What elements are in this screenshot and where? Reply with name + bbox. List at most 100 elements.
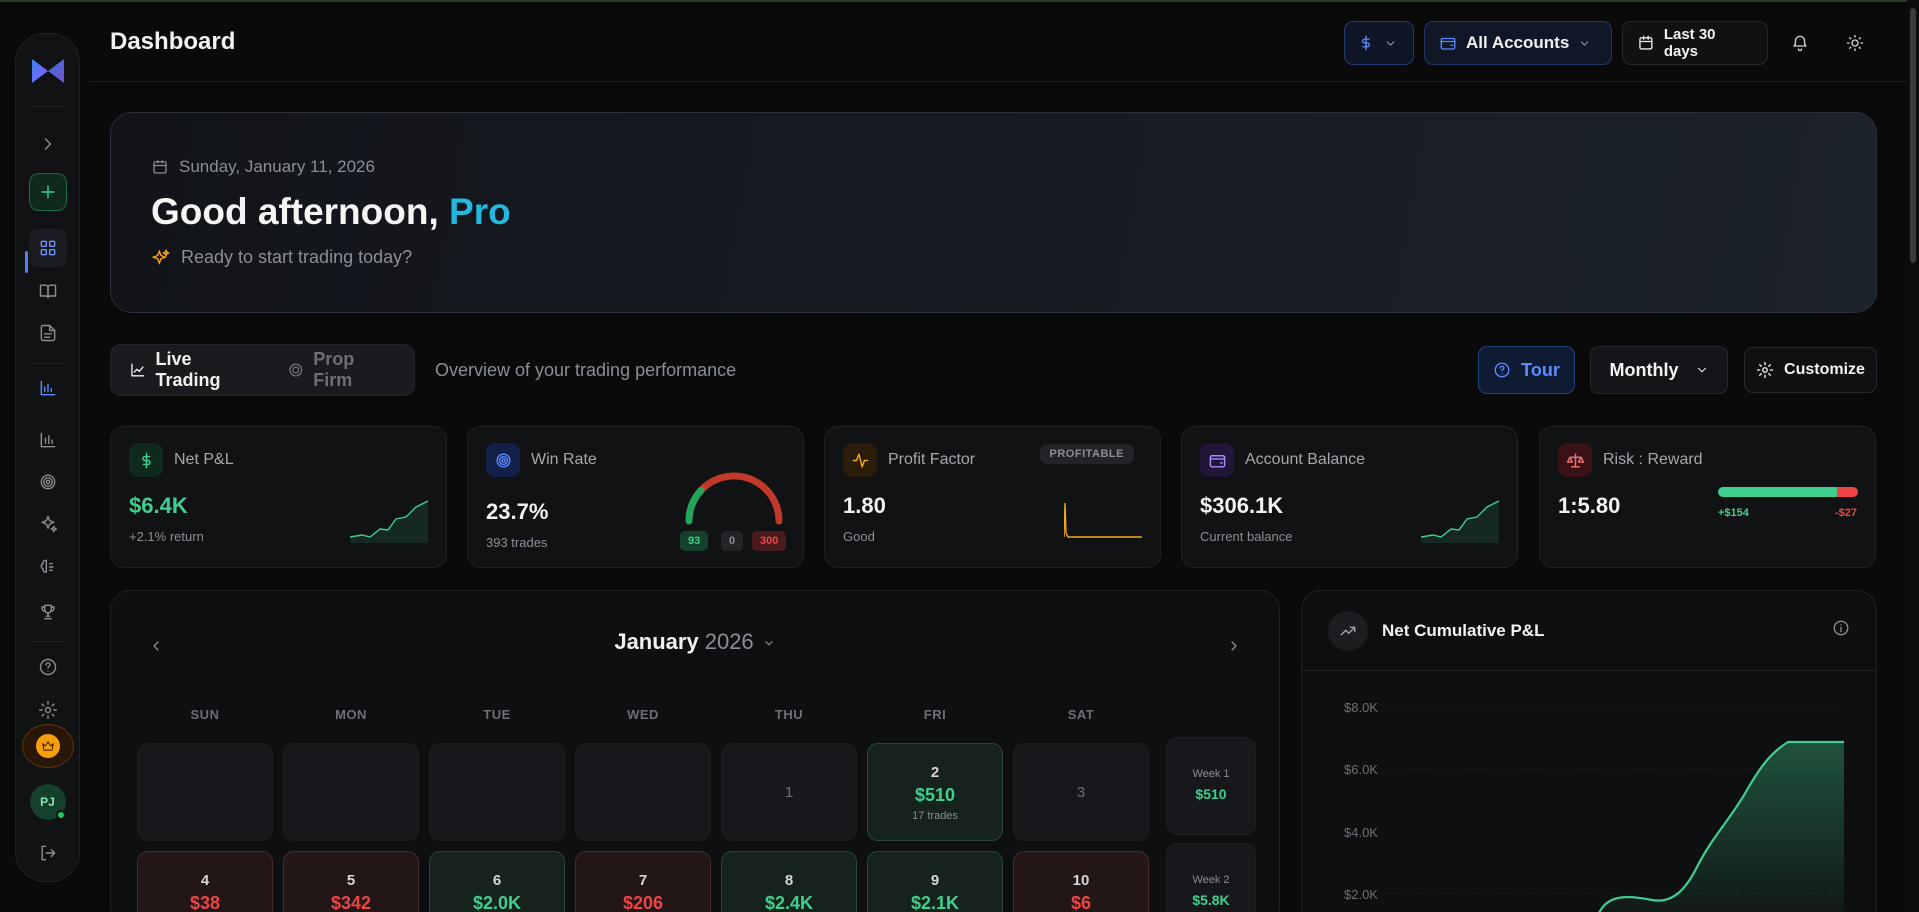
greeting-text: Good afternoon, bbox=[151, 191, 439, 232]
target-icon bbox=[289, 363, 303, 377]
calendar-day-empty bbox=[575, 743, 711, 841]
help-circle-icon bbox=[1494, 362, 1510, 378]
info-icon[interactable] bbox=[1832, 619, 1850, 642]
week-value: $5.8K bbox=[1192, 892, 1230, 908]
month-selector[interactable]: January 2026 bbox=[111, 629, 1279, 655]
scrollbar-thumb[interactable] bbox=[1910, 8, 1916, 263]
greeting-subtitle: Ready to start trading today? bbox=[151, 247, 412, 268]
calendar-day[interactable]: 4 $38 bbox=[137, 851, 273, 912]
win-rate-card[interactable]: Win Rate 23.7% 393 trades 93 0 300 bbox=[467, 426, 804, 568]
tab-prop-firm[interactable]: Prop Firm bbox=[275, 349, 408, 390]
calendar-month: January bbox=[614, 629, 699, 654]
calendar-icon bbox=[153, 160, 167, 174]
net-pnl-card[interactable]: Net P&L $6.4K +2.1% return bbox=[110, 426, 447, 568]
net-cumulative-chart: $8.0K $6.0K $4.0K $2.0K bbox=[1344, 700, 1844, 912]
losses-count: 300 bbox=[752, 531, 787, 551]
calendar-day[interactable]: 6 $2.0K bbox=[429, 851, 565, 912]
weekday-header: SAT bbox=[1067, 707, 1095, 722]
day-number: 9 bbox=[930, 872, 940, 889]
add-trade-button[interactable] bbox=[28, 173, 67, 211]
goals-target-icon[interactable] bbox=[29, 463, 67, 501]
logout-icon[interactable] bbox=[29, 834, 67, 872]
sparkle-icon bbox=[151, 248, 171, 265]
trending-up-icon bbox=[1328, 611, 1368, 651]
panel-header: Net Cumulative P&L bbox=[1302, 591, 1876, 671]
account-balance-card[interactable]: Account Balance $306.1K Current balance bbox=[1181, 426, 1518, 568]
period-selector[interactable]: Monthly bbox=[1590, 346, 1728, 394]
tab-label: Prop Firm bbox=[313, 349, 355, 390]
activity-pulse-icon bbox=[843, 443, 877, 477]
weekday-header: MON bbox=[335, 707, 367, 722]
panel-title: Net Cumulative P&L bbox=[1382, 621, 1545, 640]
week-summary[interactable]: Week 2 $5.8K bbox=[1166, 843, 1256, 912]
risk-reward-card[interactable]: Risk : Reward 1:5.80 +$154 -$27 bbox=[1539, 426, 1876, 568]
currency-selector[interactable] bbox=[1344, 21, 1414, 65]
wallet-icon bbox=[1440, 37, 1456, 50]
greeting: Good afternoon, Pro bbox=[151, 191, 511, 233]
weekday-header: TUE bbox=[483, 707, 511, 722]
day-number: 4 bbox=[200, 872, 210, 889]
profit-factor-sparkline bbox=[1064, 502, 1142, 538]
day-pnl: $2.0K bbox=[472, 893, 522, 912]
week-value: $510 bbox=[1195, 786, 1227, 802]
day-pnl: $510 bbox=[914, 785, 956, 805]
ai-brain-icon[interactable] bbox=[29, 548, 67, 586]
calendar-day[interactable]: 3 bbox=[1013, 743, 1149, 841]
calendar-day[interactable]: 5 $342 bbox=[283, 851, 419, 912]
notes-document-icon[interactable] bbox=[29, 314, 67, 352]
card-value: 1:5.80 bbox=[1558, 493, 1621, 518]
calendar-day[interactable]: 9 $2.1K bbox=[867, 851, 1003, 912]
net-cumulative-pnl-panel: Net Cumulative P&L $8.0K $6.0K $4.0K $2.… bbox=[1301, 590, 1877, 912]
chevron-down-icon bbox=[1581, 40, 1589, 46]
scale-icon bbox=[1558, 443, 1592, 477]
dashboard-icon[interactable] bbox=[28, 229, 67, 267]
profit-factor-card[interactable]: Profit Factor PROFITABLE 1.80 Good bbox=[824, 426, 1161, 568]
day-number: 3 bbox=[1076, 784, 1086, 801]
date-range-selector[interactable]: Last 30 days bbox=[1622, 21, 1768, 65]
tour-button[interactable]: Tour bbox=[1478, 346, 1575, 394]
calendar-day[interactable]: 7 $206 bbox=[575, 851, 711, 912]
app-logo[interactable] bbox=[29, 52, 67, 90]
card-subtext: 393 trades bbox=[486, 535, 548, 550]
theme-sun-icon[interactable] bbox=[1833, 21, 1877, 65]
page-title: Dashboard bbox=[110, 28, 236, 55]
card-value: 1.80 bbox=[843, 493, 886, 518]
sidebar-divider bbox=[30, 106, 67, 107]
day-pnl: $2.1K bbox=[910, 893, 960, 912]
chevron-down-icon bbox=[1386, 40, 1395, 46]
calendar-day[interactable]: 1 bbox=[721, 743, 857, 841]
journal-book-icon[interactable] bbox=[29, 272, 67, 310]
day-number: 8 bbox=[784, 872, 794, 889]
user-name: Pro bbox=[449, 191, 511, 232]
card-label: Risk : Reward bbox=[1603, 451, 1703, 468]
page-scrollbar[interactable] bbox=[1907, 0, 1919, 912]
tab-live-trading[interactable]: Live Trading bbox=[117, 349, 271, 390]
accounts-selector[interactable]: All Accounts bbox=[1424, 21, 1612, 65]
card-label: Account Balance bbox=[1245, 451, 1366, 468]
calendar-day-empty bbox=[429, 743, 565, 841]
week-summary[interactable]: Week 1 $510 bbox=[1166, 737, 1256, 835]
day-number: 5 bbox=[346, 872, 356, 889]
crown-icon bbox=[35, 734, 60, 758]
analytics-chart-icon[interactable] bbox=[29, 369, 67, 407]
card-value: $306.1K bbox=[1200, 493, 1284, 518]
insights-sparkle-icon[interactable] bbox=[29, 505, 67, 543]
upgrade-crown-button[interactable] bbox=[21, 724, 74, 768]
reports-bar-icon[interactable] bbox=[29, 421, 67, 459]
trophy-icon[interactable] bbox=[29, 593, 67, 631]
help-icon[interactable] bbox=[29, 648, 67, 686]
calendar-day[interactable]: 2 $510 17 trades bbox=[867, 743, 1003, 841]
day-pnl: $206 bbox=[622, 893, 664, 912]
card-label: Net P&L bbox=[174, 451, 234, 468]
wallet-icon bbox=[1200, 443, 1234, 477]
next-month-button[interactable] bbox=[1219, 631, 1249, 661]
calendar-day[interactable]: 10 $6 bbox=[1013, 851, 1149, 912]
notifications-bell-icon[interactable] bbox=[1778, 21, 1822, 65]
day-number: 6 bbox=[492, 872, 502, 889]
expand-sidebar-icon[interactable] bbox=[29, 125, 67, 163]
sidebar: PJ bbox=[15, 33, 80, 882]
welcome-banner: Sunday, January 11, 2026 Good afternoon,… bbox=[110, 112, 1877, 313]
customize-button[interactable]: Customize bbox=[1744, 347, 1877, 393]
user-avatar[interactable]: PJ bbox=[29, 784, 66, 820]
calendar-day[interactable]: 8 $2.4K bbox=[721, 851, 857, 912]
